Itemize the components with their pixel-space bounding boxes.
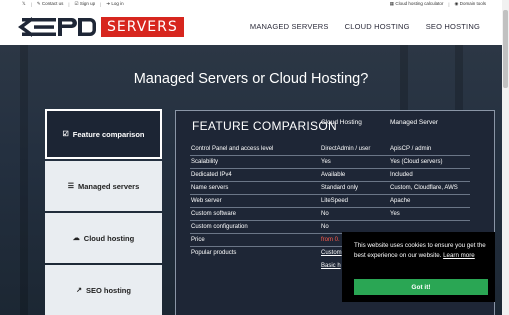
cookie-accept-button[interactable]: Got it! [354,279,488,295]
login-icon: ➜ [106,1,111,6]
learn-more-link[interactable]: Learn more [443,252,475,259]
column-header-managed: Managed Server [390,119,439,126]
globe-icon: ◉ [454,1,459,6]
price-value: from 0. [321,237,340,243]
scrollbar-thumb[interactable] [503,10,508,88]
topbar-right: ▦ Cloud hosting calculator | ◉ Domain to… [389,1,486,7]
contact-link[interactable]: ✎ Contact us [37,1,64,7]
table-row: Dedicated IPv4 Available Included [190,169,470,182]
column-header-cloud: Cloud Hosting [321,119,362,126]
nav-managed-servers[interactable]: MANAGED SERVERS [250,22,329,31]
calculator-link[interactable]: ▦ Cloud hosting calculator [390,1,444,7]
page-scrollbar[interactable] [502,0,509,315]
chart-icon: ↗ [76,287,82,294]
top-utility-bar: 𝕏 | ✎ Contact us | ☑ Sign up | ➜ Log in … [0,0,502,9]
table-row: Web server LiteSpeed Apache [190,195,470,208]
nav-seo-hosting[interactable]: SEO HOSTING [426,22,480,31]
tab-managed-servers[interactable]: ☰ Managed servers [45,161,162,211]
tab-feature-comparison[interactable]: ☑ Feature comparison [45,109,162,159]
site-header: SERVERS MANAGED SERVERS CLOUD HOSTING SE… [0,9,502,45]
hero-title: Managed Servers or Cloud Hosting? [133,71,369,87]
main-nav: MANAGED SERVERS CLOUD HOSTING SEO HOSTIN… [250,22,480,31]
chat-icon: ✎ [36,1,41,6]
topbar-left: 𝕏 | ✎ Contact us | ☑ Sign up | ➜ Log in [22,1,124,7]
cookie-consent-popup: This website uses cookies to ensure you … [342,232,495,302]
checkbox-icon: ☑ [62,131,69,138]
nav-cloud-hosting[interactable]: CLOUD HOSTING [345,22,410,31]
panel-title: FEATURE COMPARISON [192,119,337,133]
site-logo[interactable]: SERVERS [18,15,185,39]
tab-cloud-hosting[interactable]: ☁ Cloud hosting [45,213,162,263]
domain-tools-link[interactable]: ◉ Domain tools [455,1,486,7]
twitter-icon[interactable]: 𝕏 [22,1,26,7]
table-row: Scalability Yes Yes (Cloud servers) [190,156,470,169]
product-link-basic[interactable]: Basic h [321,263,341,269]
list-icon: ☰ [67,183,74,190]
logo-servers-badge: SERVERS [100,16,185,38]
table-row: Control Panel and access level DirectAdm… [190,143,470,156]
signup-link[interactable]: ☑ Sign up [75,1,96,7]
logo-mark [18,15,98,39]
cookie-message: This website uses cookies to ensure you … [354,242,486,259]
cloud-icon: ☁ [72,235,80,242]
calculator-icon: ▦ [389,1,395,6]
table-row: Name servers Standard only Custom, Cloud… [190,182,470,195]
product-link-custom[interactable]: Custom [321,250,342,256]
login-link[interactable]: ➜ Log in [106,1,123,7]
tab-seo-hosting[interactable]: ↗ SEO hosting [45,265,162,315]
edit-icon: ☑ [74,1,79,6]
table-row: Custom software No Yes [190,208,470,221]
